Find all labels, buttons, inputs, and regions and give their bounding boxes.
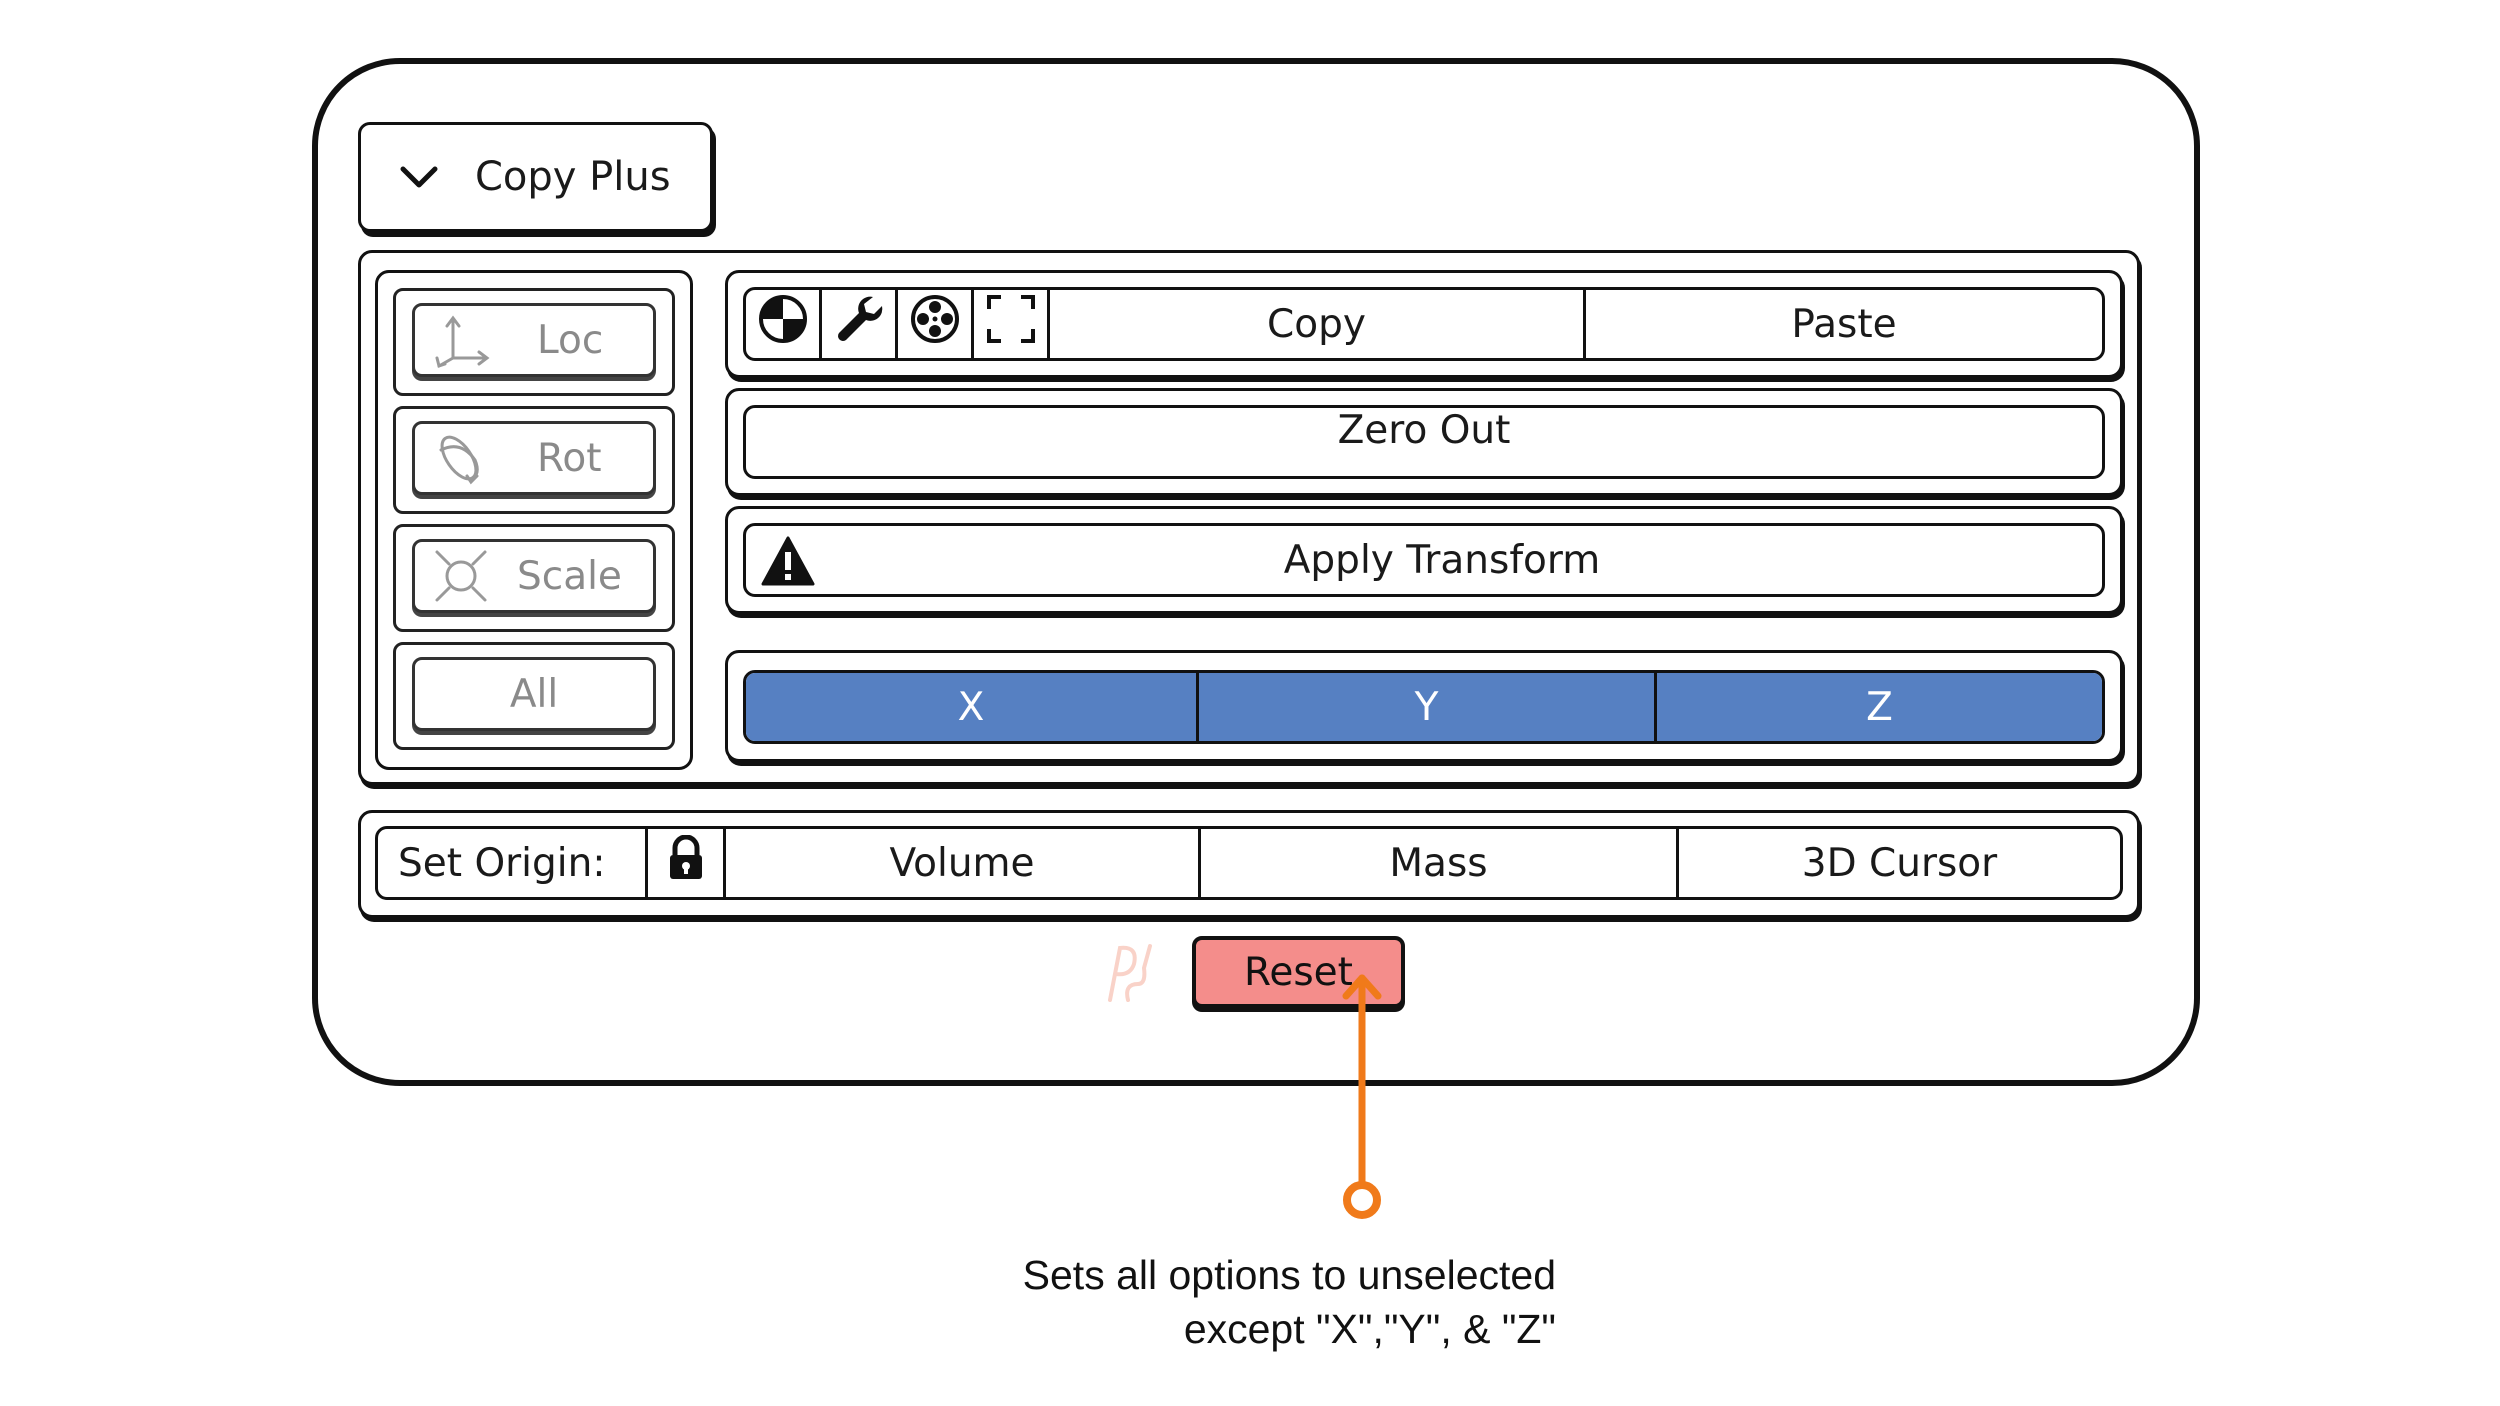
copy-button[interactable]: Copy [1050,290,1586,358]
annotation-line-2: except "X","Y", & "Z" [1183,1306,1556,1352]
scale-toggle[interactable]: Scale [412,539,656,613]
origin-volume-label: Volume [889,840,1035,886]
axis-y-toggle[interactable]: Y [1199,673,1657,741]
shading-sphere-icon [757,293,809,355]
annotation-arrow [1342,974,1382,1219]
rot-toggle[interactable]: Rot [412,421,656,495]
rotation-icon [431,430,491,486]
axis-x-label: X [957,684,985,730]
apply-transform-button[interactable]: Apply Transform [743,523,2105,597]
shading-toggle[interactable] [746,290,822,358]
paste-label: Paste [1791,301,1897,347]
origin-volume-button[interactable]: Volume [726,829,1201,897]
axis-selector: X Y Z [743,670,2105,744]
frame-brackets-icon [985,293,1037,355]
watermark-logo [1098,938,1158,1008]
loc-label: Loc [537,317,604,363]
scale-icon [431,548,491,604]
panel-title: Copy Plus [475,154,671,200]
annotation-line-1: Sets all options to unselected [1022,1252,1556,1298]
axis-z-label: Z [1866,684,1893,730]
origin-lock-toggle[interactable] [648,829,726,897]
scale-label: Scale [517,553,622,599]
origin-3d-cursor-label: 3D Cursor [1801,840,1998,886]
loc-toggle[interactable]: Loc [412,303,656,377]
lock-icon [666,834,706,891]
origin-mass-label: Mass [1389,840,1488,886]
zero-out-button[interactable]: Zero Out [743,405,2105,479]
set-origin-text: Set Origin: [398,840,606,886]
render-toggle[interactable] [898,290,974,358]
all-toggle[interactable]: All [412,657,656,731]
wrench-icon [833,293,885,355]
origin-3d-cursor-button[interactable]: 3D Cursor [1679,829,2120,897]
warning-triangle-icon [760,535,816,591]
apply-transform-label: Apply Transform [1283,537,1601,583]
axis-x-toggle[interactable]: X [746,673,1199,741]
set-origin-label: Set Origin: [378,829,648,897]
set-origin-bar: Set Origin: Volume Mass 3D Cursor [375,826,2123,900]
location-axes-icon [431,312,491,368]
chevron-down-icon [399,157,439,197]
rot-label: Rot [537,435,602,481]
origin-mass-button[interactable]: Mass [1201,829,1679,897]
copy-label: Copy [1267,301,1366,347]
axis-y-label: Y [1414,684,1439,730]
axis-z-toggle[interactable]: Z [1657,673,2102,741]
frame-toggle[interactable] [974,290,1050,358]
panel-header-button[interactable]: Copy Plus [358,122,713,232]
paste-button[interactable]: Paste [1586,290,2102,358]
reset-annotation-text: Sets all options to unselected except "X… [900,1248,1556,1356]
film-reel-icon [909,293,961,355]
copy-paste-bar: Copy Paste [743,287,2105,361]
modifier-toggle[interactable] [822,290,898,358]
zero-out-label: Zero Out [1337,408,1511,453]
all-label: All [509,671,559,717]
